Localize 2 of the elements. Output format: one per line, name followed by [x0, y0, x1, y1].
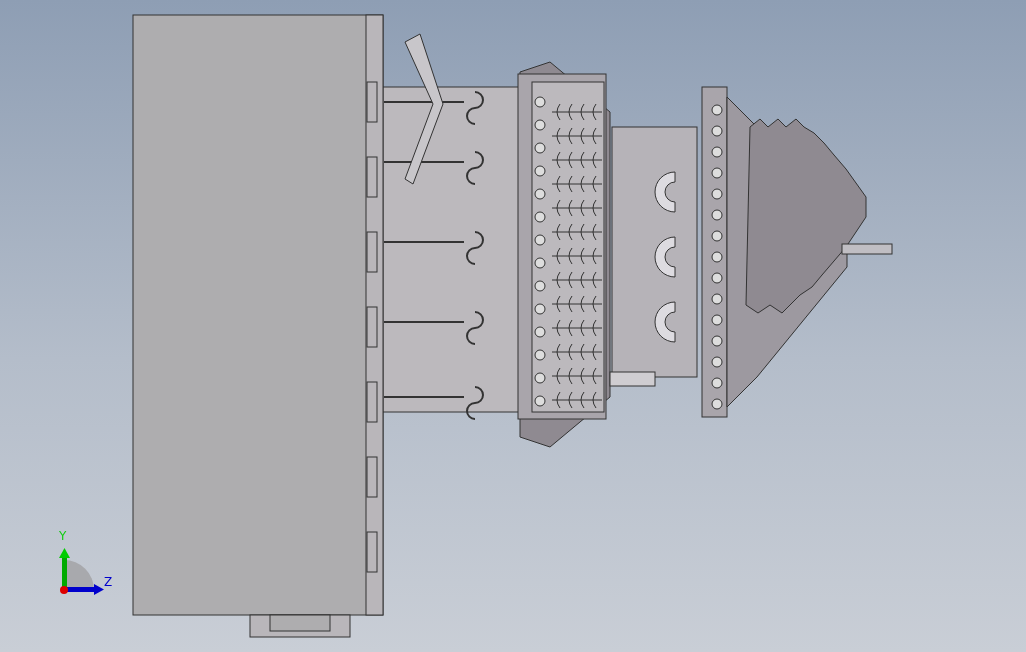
axis-label: Z: [104, 576, 113, 588]
axis-label: Y: [59, 530, 67, 542]
